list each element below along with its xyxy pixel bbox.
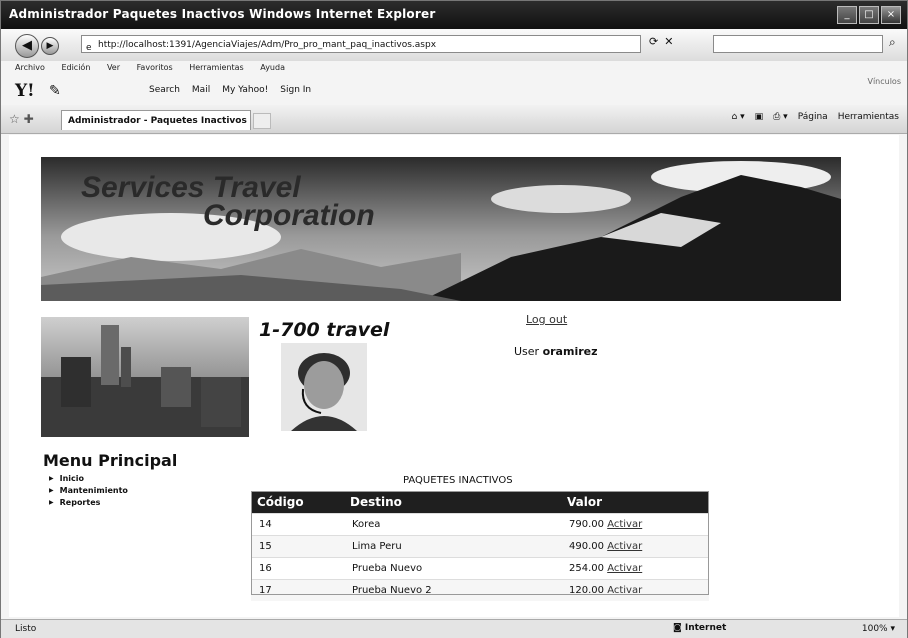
banner-title-line2: Corporation [203,199,375,232]
phone-number-title: 1-700 travel [259,319,390,341]
address-url: http://localhost:1391/AgenciaViajes/Adm/… [98,40,437,50]
yahoo-mail-button[interactable]: Mail [192,85,210,95]
cell-code: 15 [251,535,344,558]
cell-valor: 490.00 Activar [561,535,709,558]
user-name: oramirez [542,345,598,358]
yahoo-tools: Search Mail My Yahoo! Sign In [149,85,311,95]
yahoo-toolbar: Y! ✎ Search Mail My Yahoo! Sign In [1,79,907,103]
title-bar: Administrador Paquetes Inactivos Windows… [1,1,907,29]
stop-icon[interactable]: ✕ [664,35,673,48]
menu-herramientas[interactable]: Herramientas [189,63,244,72]
cell-destino: Lima Peru [344,535,561,558]
activar-link[interactable]: Activar [607,585,642,596]
status-text: Listo [15,624,37,634]
refresh-icon[interactable]: ⟳ [649,35,658,48]
activar-link[interactable]: Activar [607,541,642,552]
menu-principal-title: Menu Principal [43,451,178,470]
packages-table: Código Destino Valor 14 Korea 790.00 Act… [251,491,709,601]
yahoo-signin-button[interactable]: Sign In [280,85,311,95]
cell-code: 17 [251,579,344,601]
search-icon[interactable]: ⌕ [889,35,896,50]
address-tools: ⟳ ✕ [649,35,673,48]
cell-valor: 120.00 Activar [561,579,709,601]
cell-valor: 254.00 Activar [561,557,709,580]
valor-amount: 790.00 [569,519,604,530]
logout-link[interactable]: Log out [526,313,567,326]
menu-item-reportes[interactable]: Reportes [49,497,128,509]
table-row: 16 Prueba Nuevo 254.00 Activar [251,557,709,580]
cell-code: 14 [251,513,344,536]
window-controls: _ □ × [837,6,901,24]
back-button[interactable]: ◀ [15,34,39,58]
activar-link[interactable]: Activar [607,563,642,574]
table-row: 15 Lima Peru 490.00 Activar [251,535,709,558]
page-icon: e [86,43,92,53]
print-icon[interactable]: ⎙ ▾ [773,112,788,122]
zoom-level[interactable]: 100% ▾ [862,624,895,634]
yahoo-my-button[interactable]: My Yahoo! [222,85,268,95]
site-banner: Services Travel Corporation [41,157,841,301]
search-input[interactable] [713,35,883,53]
yahoo-search-button[interactable]: Search [149,85,180,95]
forward-button[interactable]: ▶ [41,37,59,55]
menu-edicion[interactable]: Edición [61,63,90,72]
command-bar: ⌂ ▾ ▣ ⎙ ▾ Página Herramientas [732,112,900,122]
city-photo [41,317,249,437]
browser-window: Administrador Paquetes Inactivos Windows… [0,0,908,638]
address-bar[interactable]: e http://localhost:1391/AgenciaViajes/Ad… [81,35,641,53]
page-menu-button[interactable]: Página [798,112,828,122]
tab-paquetes-inactivos[interactable]: Administrador - Paquetes Inactivos [61,110,251,130]
tab-row: ☆ ✚ Administrador - Paquetes Inactivos ⌂… [1,105,907,134]
address-row: ◀ ▶ e http://localhost:1391/AgenciaViaje… [1,29,907,61]
packages-title: PAQUETES INACTIVOS [403,475,513,486]
activar-link[interactable]: Activar [607,519,642,530]
menu-ver[interactable]: Ver [107,63,120,72]
page-content: Services Travel Corporation 1-700 travel [9,135,899,617]
menu-item-mantenimiento[interactable]: Mantenimiento [49,485,128,497]
menu-favoritos[interactable]: Favoritos [137,63,173,72]
menu-bar: Archivo Edición Ver Favoritos Herramient… [1,63,907,86]
cell-destino: Korea [344,513,561,536]
agent-photo [281,343,367,431]
zoom-value: 100% [861,624,888,634]
window-title: Administrador Paquetes Inactivos Windows… [9,7,436,21]
user-label: User [514,345,540,358]
table-row: 14 Korea 790.00 Activar [251,513,709,536]
cell-valor: 790.00 Activar [561,513,709,536]
valor-amount: 490.00 [569,541,604,552]
favorites-star-icon[interactable]: ☆ ✚ [9,112,34,126]
column-valor: Valor [561,491,709,514]
cell-destino: Prueba Nuevo [344,557,561,580]
valor-amount: 254.00 [569,563,604,574]
menu-archivo[interactable]: Archivo [15,63,45,72]
minimize-button[interactable]: _ [837,6,857,24]
tools-menu-button[interactable]: Herramientas [838,112,899,122]
new-tab-button[interactable] [253,113,271,129]
table-row: 17 Prueba Nuevo 2 120.00 Activar [251,579,709,601]
valor-amount: 120.00 [569,585,604,596]
yahoo-logo[interactable]: Y! [15,81,35,101]
edit-icon[interactable]: ✎ [49,83,61,99]
security-zone: ◙ Internet [673,623,727,633]
cell-code: 16 [251,557,344,580]
status-bar: Listo ◙ Internet 100% ▾ [1,619,907,638]
home-icon[interactable]: ⌂ ▾ [732,112,745,122]
main-menu: Inicio Mantenimiento Reportes [49,473,128,509]
zone-label: Internet [684,623,727,633]
column-destino: Destino [344,491,561,514]
table-header-row: Código Destino Valor [251,491,709,514]
maximize-button[interactable]: □ [859,6,879,24]
menu-ayuda[interactable]: Ayuda [260,63,285,72]
close-button[interactable]: × [881,6,901,24]
cell-destino: Prueba Nuevo 2 [344,579,561,601]
menu-item-inicio[interactable]: Inicio [49,473,128,485]
feeds-icon[interactable]: ▣ [755,112,764,122]
column-codigo: Código [251,491,344,514]
user-info: User oramirez [514,345,598,358]
